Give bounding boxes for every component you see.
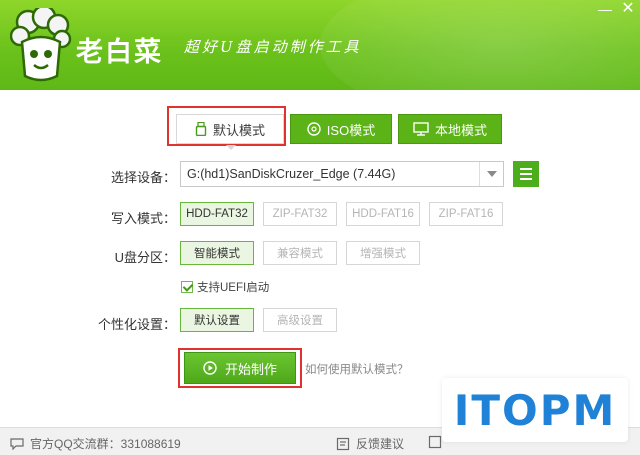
watermark-overlay: ITOPM [442,378,628,442]
disc-icon [307,122,321,136]
footer-menu-link[interactable] [428,435,442,449]
tab-default-mode[interactable]: 默认模式 [176,114,284,144]
minimize-button[interactable]: — [593,0,617,20]
personalize-default[interactable]: 默认设置 [180,308,254,332]
start-button[interactable]: 开始制作 [184,352,296,384]
help-link[interactable]: 如何使用默认模式？ [305,361,409,377]
app-slogan: 超好U盘启动制作工具 [184,38,362,56]
tab-local-label: 本地模式 [434,122,487,138]
partition-enhanced-mode[interactable]: 增强模式 [346,241,420,265]
device-label: 选择设备： [110,170,176,185]
header-decoration [320,0,640,90]
app-title: 老白菜 [76,37,163,68]
write-mode-zip-fat16[interactable]: ZIP-FAT16 [429,202,503,226]
tab-default-label: 默认模式 [212,122,265,138]
personalize-label: 个性化设置： [97,317,176,332]
checkbox-icon [181,281,193,293]
feedback-link[interactable]: 反馈建议 [336,435,404,452]
feedback-icon [336,437,350,450]
tab-pointer [226,145,236,150]
broccoli-logo-icon [10,8,72,82]
device-select[interactable]: G:(hd1)SanDiskCruzer_Edge (7.44G) [180,161,504,187]
write-mode-zip-fat32[interactable]: ZIP-FAT32 [263,202,337,226]
tab-iso-label: ISO模式 [326,122,376,138]
qq-group-text: 官方QQ交流群：331088619 [30,437,181,451]
usb-drive-icon [195,122,207,136]
play-circle-icon [203,361,217,375]
write-mode-hdd-fat32[interactable]: HDD-FAT32 [180,202,254,226]
write-mode-label: 写入模式： [110,211,176,226]
device-value: G:(hd1)SanDiskCruzer_Edge (7.44G) [187,167,396,181]
chat-icon [10,437,24,450]
tab-local-mode[interactable]: 本地模式 [398,114,502,144]
feedback-label: 反馈建议 [356,437,405,451]
write-mode-hdd-fat16[interactable]: HDD-FAT16 [346,202,420,226]
close-button[interactable]: ✕ [616,0,640,20]
title-bar: 老白菜 超好U盘启动制作工具 — ✕ [0,0,640,90]
watermark-text: ITOPM [453,385,617,435]
qq-group-info: 官方QQ交流群：331088619 [10,435,181,452]
info-icon [428,435,442,449]
monitor-icon [413,122,429,136]
partition-compat-mode[interactable]: 兼容模式 [263,241,337,265]
start-button-label: 开始制作 [224,361,277,377]
uefi-label: 支持UEFI启动 [197,282,270,294]
uefi-checkbox[interactable]: 支持UEFI启动 [181,279,269,295]
partition-smart-mode[interactable]: 智能模式 [180,241,254,265]
personalize-advanced[interactable]: 高级设置 [263,308,337,332]
chevron-down-icon[interactable] [479,162,503,186]
menu-icon[interactable] [513,161,539,187]
partition-label: U盘分区： [114,250,176,265]
tab-iso-mode[interactable]: ISO模式 [290,114,392,144]
